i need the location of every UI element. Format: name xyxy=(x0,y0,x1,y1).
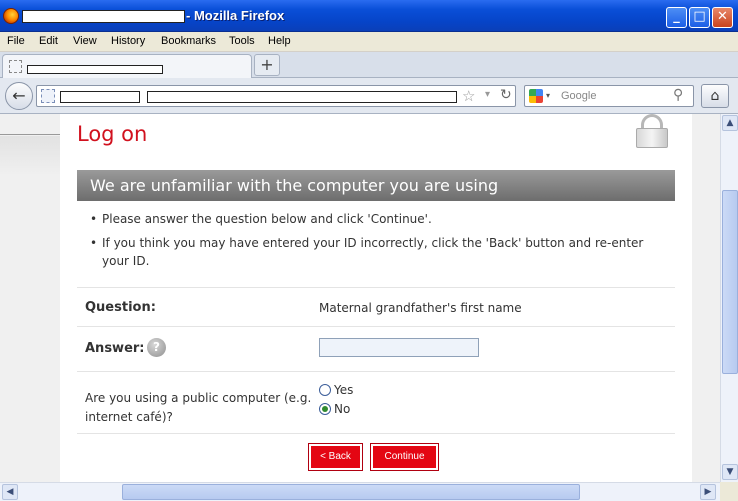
menu-file[interactable]: File xyxy=(7,35,25,47)
google-engine-icon[interactable] xyxy=(529,89,543,103)
public-computer-row: Are you using a public computer (e.g. in… xyxy=(77,371,675,433)
continue-button[interactable]: Continue xyxy=(370,443,439,471)
scroll-right-icon[interactable]: ▶ xyxy=(700,484,716,500)
navigation-bar: ← ☆ ▾ ↻ ▾ Google ⚲ ⌂ xyxy=(0,78,738,114)
engine-dropdown-icon[interactable]: ▾ xyxy=(546,91,550,100)
horizontal-scroll-thumb[interactable] xyxy=(122,484,580,500)
close-button[interactable]: ✕ xyxy=(712,7,733,28)
answer-row: Answer: ? xyxy=(77,326,675,371)
magnifier-icon[interactable]: ⚲ xyxy=(673,87,683,103)
reload-icon[interactable]: ↻ xyxy=(500,87,512,103)
radio-yes[interactable] xyxy=(319,384,331,396)
answer-label: Answer: xyxy=(85,341,145,356)
scrollbar-corner xyxy=(720,482,738,501)
firefox-logo-icon xyxy=(3,8,19,24)
search-bar[interactable]: ▾ Google ⚲ xyxy=(524,85,694,107)
menu-edit[interactable]: Edit xyxy=(39,35,58,47)
minimize-button[interactable]: _ xyxy=(666,7,687,28)
scroll-down-icon[interactable]: ▼ xyxy=(722,464,738,480)
instruction-item: If you think you may have entered your I… xyxy=(90,234,660,270)
scroll-left-icon[interactable]: ◀ xyxy=(2,484,18,500)
option-yes[interactable]: Yes xyxy=(319,383,353,397)
option-no[interactable]: No xyxy=(319,402,350,416)
answer-input[interactable] xyxy=(319,338,479,357)
page-viewport: Log on We are unfamiliar with the comput… xyxy=(0,114,720,482)
vertical-scrollbar[interactable]: ▲ ▼ xyxy=(720,114,738,482)
instructions-list: Please answer the question below and cli… xyxy=(90,210,660,276)
menu-history[interactable]: History xyxy=(111,35,145,47)
url-redaction-site xyxy=(60,91,140,103)
scroll-up-icon[interactable]: ▲ xyxy=(722,115,738,131)
maximize-button[interactable]: □ xyxy=(689,7,710,28)
window-titlebar: - Mozilla Firefox _ □ ✕ xyxy=(0,0,738,32)
question-row: Question: Maternal grandfather's first n… xyxy=(77,287,675,326)
horizontal-scrollbar[interactable]: ◀ ▶ xyxy=(0,482,720,501)
menu-tools[interactable]: Tools xyxy=(229,35,255,47)
help-icon[interactable]: ? xyxy=(147,338,166,357)
window-title: - Mozilla Firefox xyxy=(186,8,285,23)
back-button[interactable]: < Back xyxy=(308,443,363,471)
tab-bar: + xyxy=(0,52,738,78)
title-redaction xyxy=(22,10,185,23)
history-dropdown-icon[interactable]: ▾ xyxy=(485,89,490,100)
bookmark-star-icon[interactable]: ☆ xyxy=(462,87,475,105)
public-computer-label: Are you using a public computer (e.g. in… xyxy=(85,391,312,424)
question-label: Question: xyxy=(85,300,156,315)
url-bar[interactable]: ☆ ▾ ↻ xyxy=(36,85,516,107)
search-input[interactable]: Google xyxy=(561,90,596,102)
menu-help[interactable]: Help xyxy=(268,35,291,47)
menu-bar: File Edit View History Bookmarks Tools H… xyxy=(0,32,738,52)
page-content: Log on We are unfamiliar with the comput… xyxy=(60,114,692,482)
page-favicon-icon xyxy=(9,60,22,73)
new-tab-button[interactable]: + xyxy=(254,54,280,76)
instruction-item: Please answer the question below and cli… xyxy=(90,210,660,228)
url-redaction-address xyxy=(147,91,457,103)
back-arrow-icon[interactable]: ← xyxy=(5,82,33,110)
menu-bookmarks[interactable]: Bookmarks xyxy=(161,35,216,47)
radio-no[interactable] xyxy=(319,403,331,415)
menu-view[interactable]: View xyxy=(73,35,97,47)
left-shade xyxy=(0,136,60,176)
site-identity-icon[interactable] xyxy=(41,89,55,103)
home-icon[interactable]: ⌂ xyxy=(701,84,729,108)
left-divider xyxy=(0,134,60,135)
page-title: Log on xyxy=(77,122,148,146)
tab-title-redaction xyxy=(27,65,163,74)
vertical-scroll-thumb[interactable] xyxy=(722,190,738,374)
tab-active[interactable] xyxy=(2,54,252,78)
option-no-label: No xyxy=(334,402,351,416)
option-yes-label: Yes xyxy=(334,383,354,397)
warning-banner: We are unfamiliar with the computer you … xyxy=(77,170,675,201)
question-value: Maternal grandfather's first name xyxy=(319,301,522,315)
lock-icon xyxy=(634,114,670,150)
row-divider xyxy=(77,433,675,434)
